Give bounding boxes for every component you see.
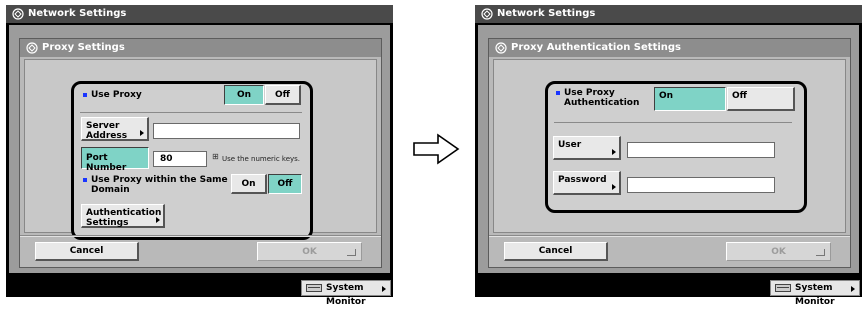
use-proxy-authentication-on-button[interactable]: On bbox=[654, 87, 726, 111]
cancel-button[interactable]: Cancel bbox=[504, 242, 608, 261]
outer-panel: Proxy Authentication Settings Use Proxy … bbox=[478, 25, 859, 273]
use-proxy-off-button[interactable]: Off bbox=[265, 85, 301, 105]
same-domain-off-button[interactable]: Off bbox=[268, 174, 302, 194]
bullet-icon bbox=[556, 91, 560, 95]
user-button[interactable]: User bbox=[553, 136, 621, 160]
cancel-button[interactable]: Cancel bbox=[35, 242, 139, 261]
network-settings-icon bbox=[481, 8, 493, 20]
monitor-icon bbox=[306, 284, 322, 292]
enter-icon bbox=[816, 249, 825, 256]
window-title-bar: Network Settings bbox=[6, 5, 393, 23]
screen-proxy-authentication-settings: Network Settings Proxy Authentication Se… bbox=[475, 5, 862, 307]
user-field[interactable] bbox=[627, 142, 775, 158]
arrow-right-icon bbox=[156, 217, 160, 223]
arrow-right-icon bbox=[612, 184, 616, 190]
system-monitor-button[interactable]: System Monitor bbox=[301, 280, 391, 307]
network-settings-icon bbox=[26, 42, 38, 54]
arrow-right-icon bbox=[612, 149, 616, 155]
system-bar: System Monitor bbox=[475, 279, 862, 307]
server-address-button[interactable]: Server Address bbox=[81, 117, 149, 141]
divider bbox=[80, 112, 302, 113]
same-domain-on-button[interactable]: On bbox=[231, 174, 267, 194]
network-settings-icon bbox=[495, 42, 507, 54]
bullet-icon bbox=[83, 93, 87, 97]
use-proxy-label: Use Proxy bbox=[91, 90, 142, 100]
use-proxy-on-button[interactable]: On bbox=[224, 85, 264, 105]
authentication-settings-button[interactable]: Authentication Settings bbox=[81, 204, 165, 228]
same-domain-label: Use Proxy within the Same Domain bbox=[91, 175, 228, 195]
password-field[interactable] bbox=[627, 177, 775, 193]
window-title: Network Settings bbox=[497, 8, 596, 19]
network-settings-icon bbox=[12, 8, 24, 20]
window-title: Network Settings bbox=[28, 8, 127, 19]
use-proxy-authentication-off-button[interactable]: Off bbox=[727, 87, 795, 111]
dialog-title: Proxy Settings bbox=[42, 42, 125, 53]
screen-proxy-settings: Network Settings Proxy Settings Use Prox… bbox=[6, 5, 393, 307]
footer-divider-highlight bbox=[20, 236, 381, 237]
arrow-right-icon bbox=[851, 286, 855, 292]
monitor-icon bbox=[775, 284, 791, 292]
dialog-title: Proxy Authentication Settings bbox=[511, 42, 682, 53]
system-monitor-button[interactable]: System Monitor bbox=[770, 280, 860, 307]
right-arrow-icon bbox=[413, 133, 460, 165]
proxy-authentication-dialog: Proxy Authentication Settings Use Proxy … bbox=[488, 38, 851, 268]
numeric-keypad-icon: ⊞ bbox=[212, 152, 219, 161]
dialog-title-bar: Proxy Authentication Settings bbox=[489, 39, 850, 57]
ok-button[interactable]: OK bbox=[726, 242, 831, 261]
port-number-field[interactable]: 80 bbox=[153, 151, 207, 167]
dialog-body: Use Proxy Authentication On Off User Pas… bbox=[493, 59, 846, 233]
numeric-hint: Use the numeric keys. bbox=[222, 155, 301, 163]
proxy-settings-dialog: Proxy Settings Use Proxy On Off Server A… bbox=[19, 38, 382, 268]
outer-panel: Proxy Settings Use Proxy On Off Server A… bbox=[9, 25, 390, 273]
arrow-right-icon bbox=[382, 286, 386, 292]
divider bbox=[554, 122, 792, 123]
footer-divider-highlight bbox=[489, 236, 850, 237]
dialog-body: Use Proxy On Off Server Address Port Num… bbox=[24, 59, 377, 240]
use-proxy-authentication-label: Use Proxy Authentication bbox=[564, 88, 640, 108]
arrow-right-icon bbox=[140, 130, 144, 136]
bullet-icon bbox=[83, 178, 87, 182]
dialog-title-bar: Proxy Settings bbox=[20, 39, 381, 57]
enter-icon bbox=[347, 249, 356, 256]
ok-button[interactable]: OK bbox=[257, 242, 362, 261]
system-bar: System Monitor bbox=[6, 279, 393, 307]
password-button[interactable]: Password bbox=[553, 171, 621, 195]
window-title-bar: Network Settings bbox=[475, 5, 862, 23]
port-number-button[interactable]: Port Number bbox=[81, 147, 149, 173]
server-address-field[interactable] bbox=[153, 123, 300, 139]
